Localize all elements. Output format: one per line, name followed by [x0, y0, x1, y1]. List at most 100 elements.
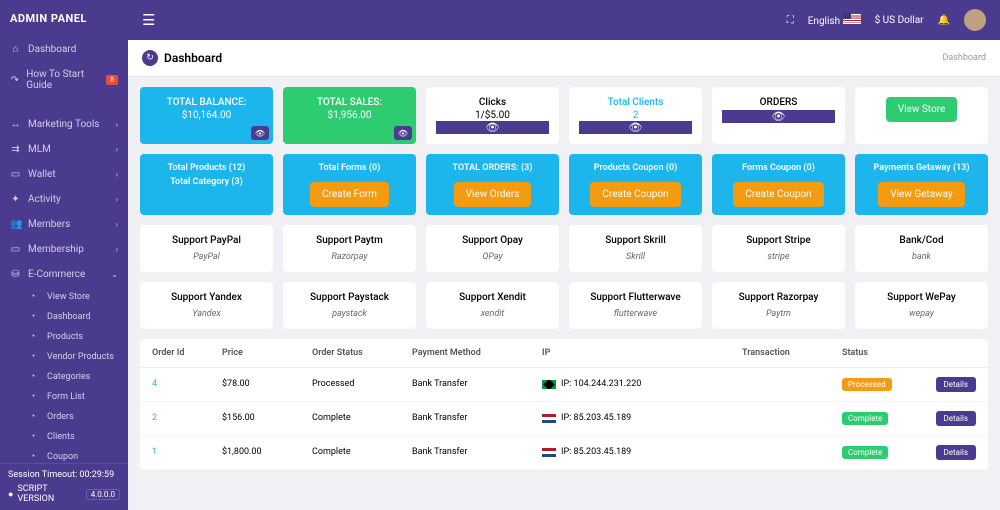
support-card: Support Xenditxendit [426, 282, 559, 329]
nav-icon: ⇉ [10, 144, 21, 155]
actions-row: Total Products (12)Total Category (3)Tot… [140, 154, 988, 215]
payment-logo-icon: Razorpay [289, 252, 410, 262]
order-id[interactable]: 2 [152, 413, 222, 423]
support-card: Support RazorpayPaytm [712, 282, 845, 329]
menu-toggle-icon[interactable]: ☰ [142, 11, 155, 29]
details-button[interactable]: Details [936, 377, 976, 392]
action-card: Forms Coupon (0)Create Coupon [712, 154, 845, 215]
sidebar-item[interactable]: ▭Membership› [0, 237, 128, 262]
payment-logo-icon: stripe [718, 252, 839, 262]
table-row: 2 $156.00 Complete Bank Transfer IP: 85.… [140, 402, 988, 436]
supports-row-2: Support YandexYandexSupport Paystackpays… [140, 282, 988, 329]
sidebar-item[interactable]: ↷How To Start Guide8 [0, 62, 128, 98]
sidebar-sub-item[interactable]: Form List [22, 387, 128, 407]
fullscreen-icon[interactable]: ⛶ [787, 15, 794, 26]
order-id[interactable]: 1 [152, 447, 222, 457]
nav-icon: ⌂ [10, 44, 21, 55]
sidebar-item[interactable]: ↔Marketing Tools› [0, 112, 128, 137]
payment-logo-icon: wepay [861, 309, 982, 319]
supports-row-1: Support PayPalPayPalSupport PaytmRazorpa… [140, 225, 988, 272]
action-card: Products Coupon (0)Create Coupon [569, 154, 702, 215]
action-button[interactable]: View Orders [454, 182, 532, 207]
badge: 8 [106, 75, 118, 85]
action-card: Payments Getaway (13)View Getaway [855, 154, 988, 215]
currency-selector[interactable]: $ US Dollar [875, 15, 924, 26]
sidebar-sub-item[interactable]: Clients [22, 427, 128, 447]
sidebar-item[interactable]: ⛁E-Commerce⌄ [0, 262, 128, 287]
sidebar-nav: ⌂Dashboard↷How To Start Guide8↔Marketing… [0, 37, 128, 463]
stat-card: TOTAL BALANCE:$10,164.00👁 [140, 87, 273, 144]
support-card: Support SkrillSkrill [569, 225, 702, 272]
flag-icon [542, 448, 556, 457]
sidebar-item[interactable]: ✦Activity› [0, 187, 128, 212]
sidebar-sub-item[interactable]: Categories [22, 367, 128, 387]
nav-icon: ✦ [10, 194, 21, 205]
support-card: Support Stripestripe [712, 225, 845, 272]
main: ☰ ⛶ English $ US Dollar 🔔 ↻ Dashboard Da… [128, 0, 1000, 510]
page-title: Dashboard [164, 51, 222, 65]
table-header: Order Id Price Order Status Payment Meth… [140, 339, 988, 368]
nav-icon: ▭ [10, 244, 21, 255]
sidebar-item[interactable]: ⌂Dashboard [0, 37, 128, 62]
stat-card: TOTAL SALES:$1,956.00👁 [283, 87, 416, 144]
action-button[interactable]: Create Coupon [590, 182, 680, 207]
language-selector[interactable]: English [808, 13, 861, 27]
eye-icon[interactable]: 👁 [579, 121, 692, 134]
eye-icon[interactable]: 👁 [722, 110, 835, 123]
sidebar-item[interactable]: ⇉MLM› [0, 137, 128, 162]
sidebar-sub-item[interactable]: Products [22, 327, 128, 347]
support-card: Support PaytmRazorpay [283, 225, 416, 272]
view-store-card: View Store [855, 87, 988, 144]
payment-logo-icon: PayPal [146, 252, 267, 262]
bell-icon[interactable]: 🔔 [938, 15, 950, 26]
orders-table: Order Id Price Order Status Payment Meth… [140, 339, 988, 470]
sidebar-item[interactable]: 👥Members› [0, 212, 128, 237]
action-button[interactable]: Create Form [310, 182, 389, 207]
action-card: Total Products (12)Total Category (3) [140, 154, 273, 215]
support-card: Support WePaywepay [855, 282, 988, 329]
chevron-down-icon: ⌄ [111, 270, 118, 279]
support-card: Support Flutterwaveflutterwave [569, 282, 702, 329]
details-button[interactable]: Details [936, 411, 976, 426]
chevron-right-icon: › [116, 170, 118, 179]
payment-logo-icon: OPay [432, 252, 553, 262]
script-version: ● SCRIPT VERSION 4.0.0.0 [8, 484, 120, 504]
refresh-icon[interactable]: ↻ [142, 50, 158, 66]
sidebar-sub-item[interactable]: View Store [22, 287, 128, 307]
chevron-right-icon: › [116, 220, 118, 229]
action-button[interactable]: Create Coupon [733, 182, 823, 207]
chevron-right-icon: › [116, 145, 118, 154]
sidebar-item[interactable]: ▭Wallet› [0, 162, 128, 187]
sidebar-sub-item[interactable]: Vendor Products [22, 347, 128, 367]
sidebar-sub-item[interactable]: Orders [22, 407, 128, 427]
eye-icon[interactable]: 👁 [394, 126, 412, 140]
details-button[interactable]: Details [936, 445, 976, 460]
view-store-button[interactable]: View Store [886, 97, 958, 122]
page-header: ↻ Dashboard Dashboard [128, 40, 1000, 77]
status-badge: Complete [842, 412, 888, 425]
status-badge: Processed [842, 378, 892, 391]
nav-icon: 👥 [10, 219, 21, 230]
eye-icon[interactable]: 👁 [436, 121, 549, 134]
payment-logo-icon: bank [861, 252, 982, 262]
eye-icon[interactable]: 👁 [251, 126, 269, 140]
table-row: 1 $1,800.00 Complete Bank Transfer IP: 8… [140, 436, 988, 470]
sidebar-sub-item[interactable]: Dashboard [22, 307, 128, 327]
status-badge: Complete [842, 446, 888, 459]
action-card: Total Forms (0)Create Form [283, 154, 416, 215]
avatar[interactable] [964, 9, 986, 31]
stats-row: TOTAL BALANCE:$10,164.00👁TOTAL SALES:$1,… [140, 87, 988, 144]
breadcrumb: Dashboard [942, 53, 986, 63]
content: ↻ Dashboard Dashboard TOTAL BALANCE:$10,… [128, 40, 1000, 510]
support-card: Support OpayOPay [426, 225, 559, 272]
chevron-right-icon: › [116, 120, 118, 129]
flag-us-icon [843, 13, 861, 24]
stat-card: Clicks1/$5.00👁 [426, 87, 559, 144]
flag-icon [542, 380, 556, 389]
sidebar-sub-item[interactable]: Coupon [22, 447, 128, 463]
table-row: 4 $78.00 Processed Bank Transfer IP: 104… [140, 368, 988, 402]
action-button[interactable]: View Getaway [878, 182, 965, 207]
nav-icon: ▭ [10, 169, 21, 180]
order-id[interactable]: 4 [152, 379, 222, 389]
payment-logo-icon: Paytm [718, 309, 839, 319]
